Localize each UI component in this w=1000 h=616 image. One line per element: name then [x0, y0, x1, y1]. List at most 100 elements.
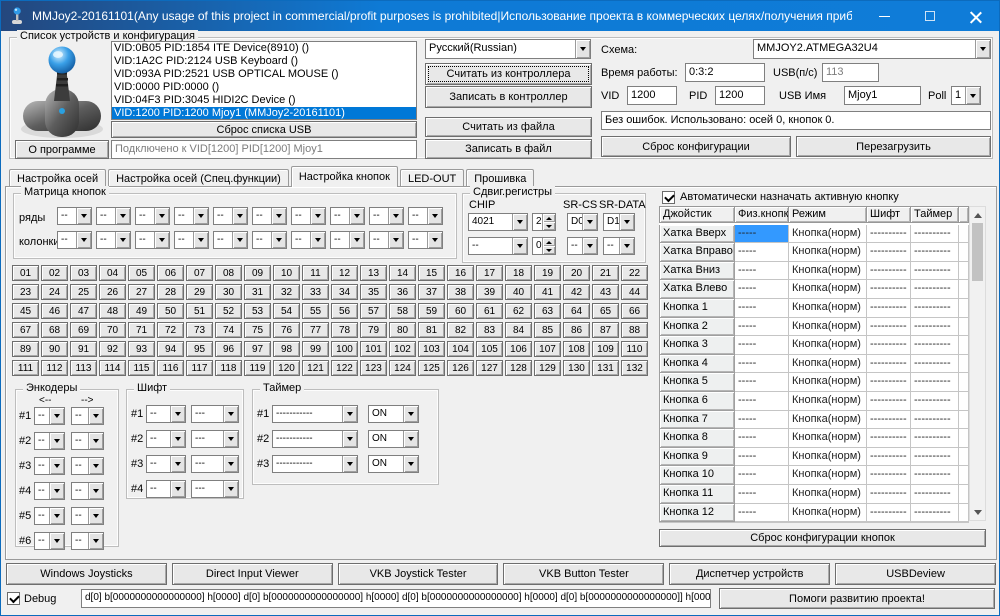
matrix-button-17[interactable]: 17 — [476, 265, 503, 281]
table-cell-shift[interactable]: ---------- — [867, 504, 911, 523]
spin-down-icon[interactable] — [542, 222, 555, 230]
matrix-button-03[interactable]: 03 — [70, 265, 97, 281]
matrix-col-select[interactable]: -- — [213, 231, 248, 249]
matrix-button-51[interactable]: 51 — [186, 303, 213, 319]
table-cell-phys[interactable]: ----- — [735, 318, 789, 337]
matrix-button-101[interactable]: 101 — [360, 341, 387, 357]
matrix-col-select[interactable]: -- — [330, 231, 365, 249]
table-cell-timer[interactable]: ---------- — [911, 429, 959, 448]
table-cell-phys[interactable]: ----- — [735, 411, 789, 430]
table-cell-shift[interactable]: ---------- — [867, 262, 911, 281]
table-cell-mode[interactable]: Кнопка(норм) — [789, 299, 867, 318]
matrix-button-122[interactable]: 122 — [331, 360, 358, 376]
read-from-file-button[interactable]: Считать из файла — [425, 117, 592, 137]
bottom-button-3[interactable]: VKB Joystick Tester — [338, 563, 499, 585]
matrix-button-32[interactable]: 32 — [273, 284, 300, 300]
table-cell-mode[interactable]: Кнопка(норм) — [789, 336, 867, 355]
matrix-row-select[interactable]: -- — [174, 207, 209, 225]
table-cell-shift[interactable]: ---------- — [867, 429, 911, 448]
read-from-controller-button[interactable]: Считать из контроллера — [425, 63, 592, 85]
matrix-button-86[interactable]: 86 — [563, 322, 590, 338]
encoder-right-select[interactable]: -- — [71, 407, 104, 425]
matrix-col-select[interactable]: -- — [408, 231, 443, 249]
auto-assign-checkbox[interactable] — [662, 191, 675, 204]
table-cell-mode[interactable]: Кнопка(норм) — [789, 373, 867, 392]
matrix-row-select[interactable]: -- — [252, 207, 287, 225]
matrix-button-94[interactable]: 94 — [157, 341, 184, 357]
tab-5[interactable]: Прошивка — [466, 169, 534, 187]
column-header[interactable]: Шифт — [867, 206, 911, 223]
encoder-left-select[interactable]: -- — [34, 507, 65, 525]
matrix-button-09[interactable]: 09 — [244, 265, 271, 281]
poll-select[interactable]: 1 — [951, 86, 981, 105]
matrix-row-select[interactable]: -- — [291, 207, 326, 225]
matrix-button-98[interactable]: 98 — [273, 341, 300, 357]
table-cell-shift[interactable]: ---------- — [867, 336, 911, 355]
table-cell-mode[interactable]: Кнопка(норм) — [789, 411, 867, 430]
matrix-button-114[interactable]: 114 — [99, 360, 126, 376]
encoder-right-select[interactable]: -- — [71, 532, 104, 550]
matrix-button-83[interactable]: 83 — [476, 322, 503, 338]
table-cell-timer[interactable]: ---------- — [911, 280, 959, 299]
matrix-button-60[interactable]: 60 — [447, 303, 474, 319]
table-cell-timer[interactable]: ---------- — [911, 373, 959, 392]
bottom-button-1[interactable]: Windows Joysticks — [6, 563, 167, 585]
matrix-button-91[interactable]: 91 — [70, 341, 97, 357]
matrix-row-select[interactable]: -- — [96, 207, 131, 225]
bottom-button-2[interactable]: Direct Input Viewer — [172, 563, 333, 585]
matrix-button-41[interactable]: 41 — [534, 284, 561, 300]
row-header[interactable]: Кнопка 5 — [659, 373, 735, 392]
matrix-button-69[interactable]: 69 — [70, 322, 97, 338]
matrix-button-58[interactable]: 58 — [389, 303, 416, 319]
matrix-row-select[interactable]: -- — [330, 207, 365, 225]
matrix-button-109[interactable]: 109 — [592, 341, 619, 357]
matrix-button-105[interactable]: 105 — [476, 341, 503, 357]
matrix-button-52[interactable]: 52 — [215, 303, 242, 319]
matrix-button-75[interactable]: 75 — [244, 322, 271, 338]
matrix-button-57[interactable]: 57 — [360, 303, 387, 319]
matrix-button-90[interactable]: 90 — [41, 341, 68, 357]
matrix-button-128[interactable]: 128 — [505, 360, 532, 376]
table-cell-shift[interactable]: ---------- — [867, 448, 911, 467]
matrix-button-54[interactable]: 54 — [273, 303, 300, 319]
matrix-button-35[interactable]: 35 — [360, 284, 387, 300]
column-header[interactable]: Физ.кнопка — [735, 206, 789, 223]
matrix-button-23[interactable]: 23 — [12, 284, 39, 300]
table-cell-shift[interactable]: ---------- — [867, 485, 911, 504]
device-list-item[interactable]: VID:0000 PID:0000 () — [112, 81, 416, 94]
matrix-button-124[interactable]: 124 — [389, 360, 416, 376]
device-list-item[interactable]: VID:0B05 PID:1854 ITE Device(8910) () — [112, 42, 416, 55]
shift-a-select[interactable]: -- — [146, 430, 186, 448]
matrix-button-78[interactable]: 78 — [331, 322, 358, 338]
shift-a-select[interactable]: -- — [146, 480, 186, 498]
matrix-button-20[interactable]: 20 — [563, 265, 590, 281]
table-cell-phys[interactable]: ----- — [735, 243, 789, 262]
table-cell-phys[interactable]: ----- — [735, 336, 789, 355]
table-cell-timer[interactable]: ---------- — [911, 225, 959, 244]
matrix-button-53[interactable]: 53 — [244, 303, 271, 319]
spin-down-icon[interactable] — [542, 246, 555, 254]
matrix-button-74[interactable]: 74 — [215, 322, 242, 338]
row-header[interactable]: Кнопка 11 — [659, 485, 735, 504]
table-cell-shift[interactable]: ---------- — [867, 243, 911, 262]
matrix-col-select[interactable]: -- — [96, 231, 131, 249]
matrix-button-130[interactable]: 130 — [563, 360, 590, 376]
matrix-button-119[interactable]: 119 — [244, 360, 271, 376]
shift-b-select[interactable]: --- — [191, 480, 239, 498]
table-cell-shift[interactable]: ---------- — [867, 318, 911, 337]
matrix-button-44[interactable]: 44 — [621, 284, 648, 300]
matrix-button-47[interactable]: 47 — [70, 303, 97, 319]
count-spinner[interactable]: 2 — [532, 213, 556, 231]
matrix-button-131[interactable]: 131 — [592, 360, 619, 376]
matrix-button-95[interactable]: 95 — [186, 341, 213, 357]
matrix-button-108[interactable]: 108 — [563, 341, 590, 357]
matrix-button-40[interactable]: 40 — [505, 284, 532, 300]
table-cell-timer[interactable]: ---------- — [911, 243, 959, 262]
maximize-button[interactable] — [907, 1, 953, 31]
matrix-button-26[interactable]: 26 — [99, 284, 126, 300]
table-cell-phys[interactable]: ----- — [735, 429, 789, 448]
table-cell-mode[interactable]: Кнопка(норм) — [789, 225, 867, 244]
table-cell-mode[interactable]: Кнопка(норм) — [789, 504, 867, 523]
matrix-button-16[interactable]: 16 — [447, 265, 474, 281]
table-cell-timer[interactable]: ---------- — [911, 504, 959, 523]
